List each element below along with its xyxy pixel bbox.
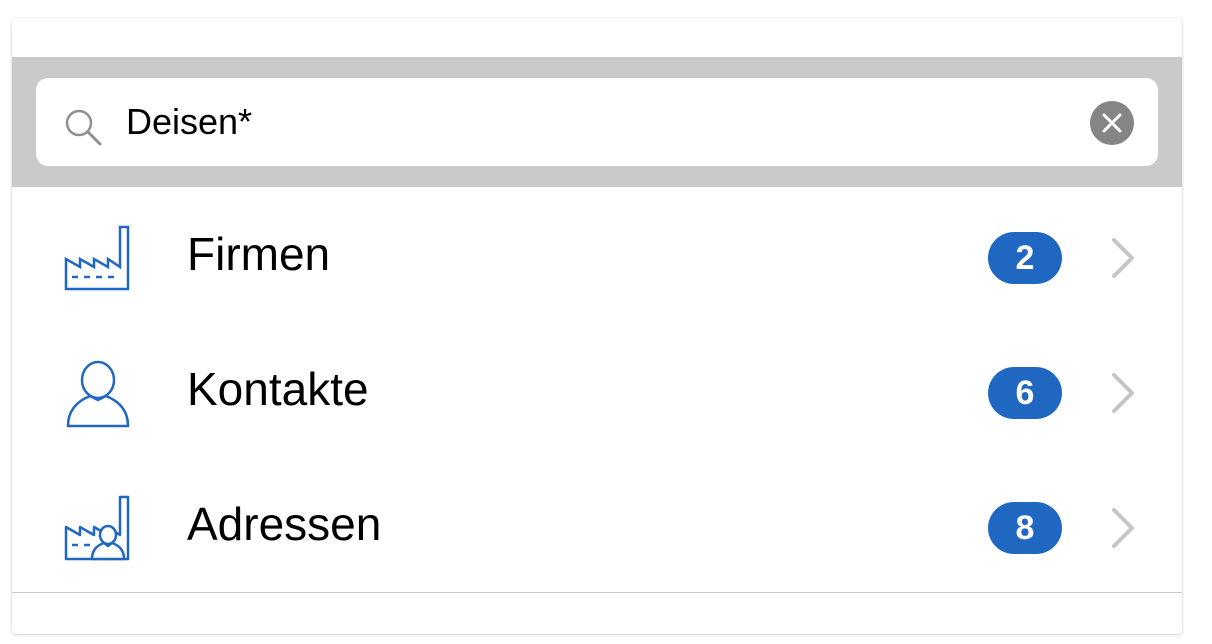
- result-row-adressen[interactable]: Adressen 8: [12, 457, 1182, 592]
- count-badge: 6: [988, 367, 1062, 419]
- search-bar: [12, 57, 1182, 187]
- count-badge: 8: [988, 502, 1062, 554]
- result-label: Firmen: [187, 228, 331, 280]
- search-field[interactable]: [36, 78, 1158, 166]
- factory-icon: [64, 225, 130, 291]
- count-badge: 2: [988, 232, 1062, 284]
- clear-icon: [1102, 113, 1122, 133]
- search-input[interactable]: [126, 78, 1066, 166]
- chevron-right-icon: [1112, 508, 1134, 548]
- search-panel: Firmen 2 Kontakte 6: [12, 18, 1182, 634]
- person-icon: [66, 360, 130, 428]
- results-list: Firmen 2 Kontakte 6 Adressen 8: [12, 187, 1182, 592]
- chevron-right-icon: [1112, 373, 1134, 413]
- clear-search-button[interactable]: [1090, 101, 1134, 145]
- result-row-firmen[interactable]: Firmen 2: [12, 187, 1182, 322]
- result-label: Kontakte: [187, 363, 369, 415]
- bottom-divider: [12, 592, 1182, 593]
- result-row-kontakte[interactable]: Kontakte 6: [12, 322, 1182, 457]
- factory-person-icon: [64, 495, 130, 561]
- chevron-right-icon: [1112, 238, 1134, 278]
- search-icon: [65, 109, 102, 146]
- result-label: Adressen: [187, 498, 382, 550]
